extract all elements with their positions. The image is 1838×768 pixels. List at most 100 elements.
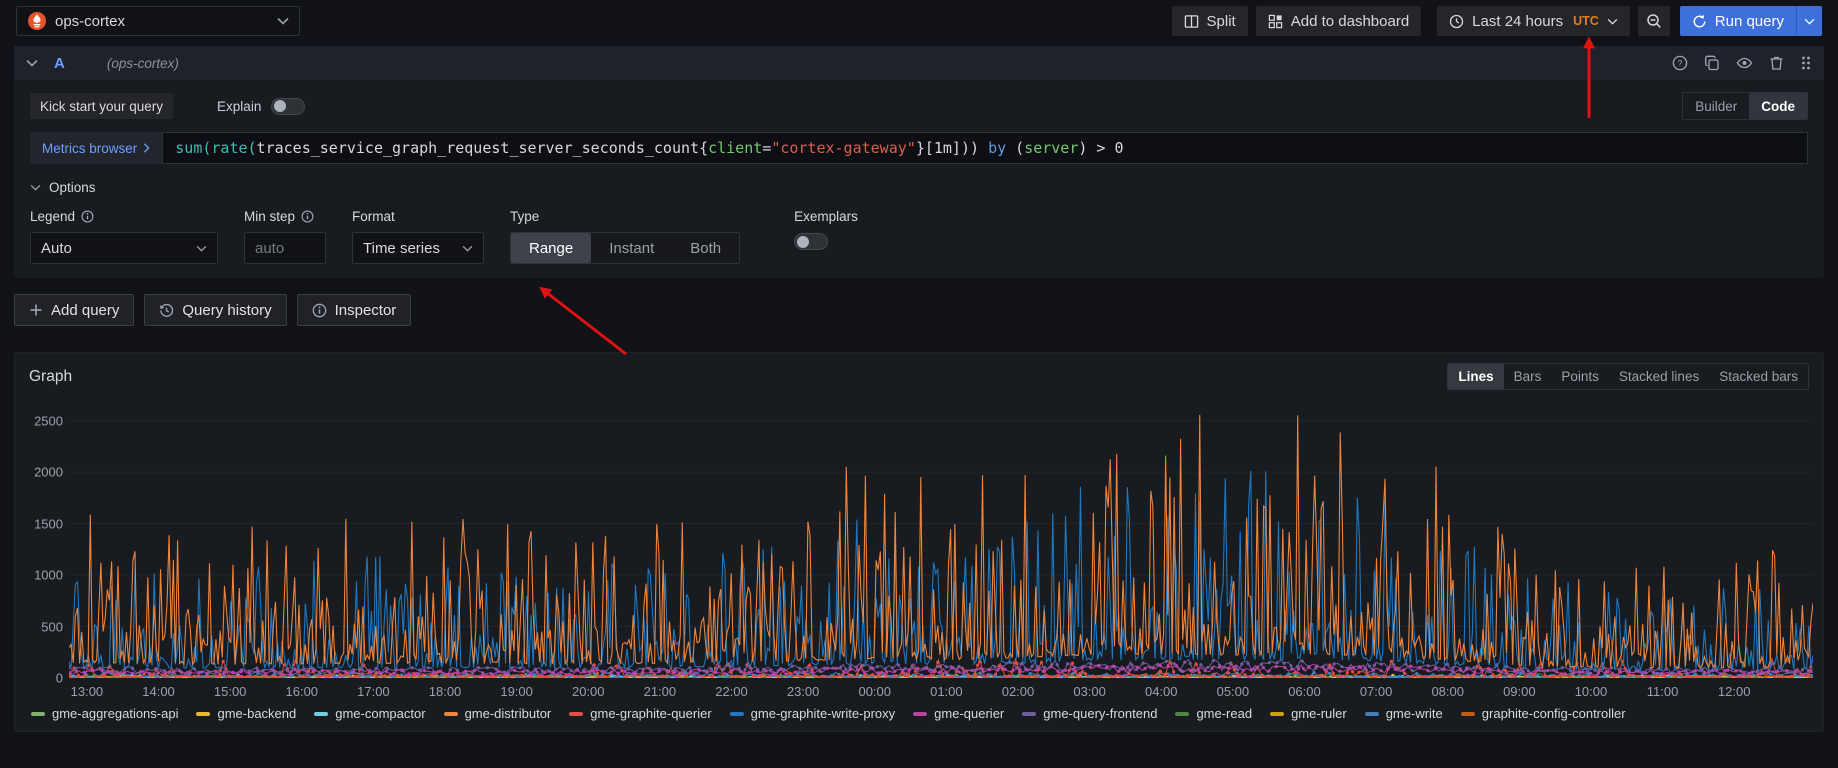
legend-series-color [1365, 712, 1379, 716]
x-axis-label: 04:00 [1145, 684, 1178, 699]
explain-label: Explain [217, 99, 261, 114]
collapse-chevron-icon[interactable] [26, 59, 38, 67]
query-code-input[interactable]: sum(rate(traces_service_graph_request_se… [162, 132, 1808, 164]
type-range-button[interactable]: Range [511, 233, 591, 263]
time-range-label: Last 24 hours [1472, 13, 1563, 30]
inspector-button[interactable]: Inspector [297, 294, 412, 326]
legend-item[interactable]: gme-graphite-querier [569, 706, 711, 721]
legend-item[interactable]: gme-ruler [1270, 706, 1347, 721]
x-axis-label: 10:00 [1575, 684, 1608, 699]
query-row-icons: ? [1672, 55, 1812, 71]
legend-item[interactable]: gme-querier [913, 706, 1004, 721]
y-axis-label: 0 [56, 671, 63, 686]
min-step-label: Min step [244, 209, 295, 224]
kick-start-query-button[interactable]: Kick start your query [30, 93, 173, 119]
type-instant-button[interactable]: Instant [591, 233, 672, 263]
legend-item[interactable]: graphite-config-controller [1461, 706, 1626, 721]
timezone-label: UTC [1573, 14, 1599, 28]
y-axis-label: 500 [41, 619, 63, 634]
run-query-dropdown[interactable] [1796, 6, 1822, 36]
legend-item[interactable]: gme-aggregations-api [31, 706, 178, 721]
add-to-dashboard-button[interactable]: Add to dashboard [1256, 6, 1421, 36]
topbar-actions: Split Add to dashboard Last 24 hours UTC… [1172, 6, 1822, 36]
grid-icon [1268, 14, 1283, 29]
topbar: ops-cortex Split Add to dashboard Last 2… [0, 0, 1838, 38]
builder-mode-button[interactable]: Builder [1683, 93, 1749, 119]
x-axis-label: 22:00 [715, 684, 748, 699]
zoom-out-button[interactable] [1638, 6, 1670, 36]
style-stacked-bars-button[interactable]: Stacked bars [1709, 364, 1808, 389]
style-lines-button[interactable]: Lines [1448, 364, 1503, 389]
legend-item[interactable]: gme-distributor [444, 706, 552, 721]
min-step-input[interactable] [244, 232, 326, 264]
x-axis-label: 21:00 [644, 684, 677, 699]
run-query-button[interactable]: Run query [1680, 6, 1796, 36]
query-ref-id: A [54, 55, 65, 72]
x-axis-label: 01:00 [930, 684, 963, 699]
options-collapse[interactable]: Options [30, 180, 1808, 195]
legend-label: Legend [30, 209, 75, 224]
help-icon[interactable]: ? [1672, 55, 1688, 71]
x-axis-label: 09:00 [1503, 684, 1536, 699]
type-both-button[interactable]: Both [672, 233, 739, 263]
query-history-button[interactable]: Query history [144, 294, 286, 326]
plus-icon [29, 303, 43, 317]
x-axis-label: 20:00 [572, 684, 605, 699]
chevron-down-icon [277, 17, 289, 25]
type-radio-group: Range Instant Both [510, 232, 740, 264]
inspector-label: Inspector [335, 302, 397, 319]
x-axis-label: 07:00 [1360, 684, 1393, 699]
legend-series-color [569, 712, 583, 716]
legend-series-color [730, 712, 744, 716]
legend-series-name: gme-querier [934, 706, 1004, 721]
prometheus-icon [27, 11, 47, 31]
trash-icon[interactable] [1769, 55, 1784, 71]
drag-handle-icon[interactable] [1800, 55, 1812, 71]
metrics-browser-button[interactable]: Metrics browser [30, 132, 162, 164]
chevron-right-icon [143, 143, 150, 153]
toggle-knob [797, 236, 809, 248]
eye-icon[interactable] [1736, 55, 1753, 71]
format-select[interactable]: Time series [352, 232, 484, 264]
explain-toggle[interactable] [271, 98, 305, 115]
legend-item[interactable]: gme-query-frontend [1022, 706, 1157, 721]
x-axis-label: 03:00 [1073, 684, 1106, 699]
time-range-picker[interactable]: Last 24 hours UTC [1437, 6, 1630, 36]
graph-legend: gme-aggregations-api gme-backend gme-compa… [15, 704, 1823, 731]
x-axis-label: 08:00 [1431, 684, 1464, 699]
legend-item[interactable]: gme-write [1365, 706, 1443, 721]
sync-icon [1692, 14, 1707, 29]
x-axis: 13:0014:0015:0016:0017:0018:0019:0020:00… [69, 680, 1813, 704]
metrics-browser-label: Metrics browser [42, 141, 137, 156]
split-button[interactable]: Split [1172, 6, 1248, 36]
y-axis-label: 1500 [34, 516, 63, 531]
y-axis-label: 1000 [34, 568, 63, 583]
query-history-label: Query history [182, 302, 271, 319]
datasource-picker[interactable]: ops-cortex [16, 6, 300, 36]
options-title: Options [49, 180, 96, 195]
legend-item[interactable]: gme-compactor [314, 706, 425, 721]
exemplars-label: Exemplars [794, 209, 858, 224]
legend-series-color [913, 712, 927, 716]
run-query-label: Run query [1715, 13, 1784, 30]
legend-select[interactable]: Auto [30, 232, 218, 264]
graph-panel: Graph Lines Bars Points Stacked lines St… [14, 352, 1824, 732]
legend-item[interactable]: gme-backend [196, 706, 296, 721]
builder-code-switch: Builder Code [1682, 92, 1808, 120]
copy-icon[interactable] [1704, 55, 1720, 71]
style-points-button[interactable]: Points [1551, 364, 1609, 389]
code-mode-button[interactable]: Code [1749, 93, 1807, 119]
legend-series-color [1461, 712, 1475, 716]
style-bars-button[interactable]: Bars [1504, 364, 1552, 389]
legend-series-name: gme-distributor [465, 706, 552, 721]
style-stacked-lines-button[interactable]: Stacked lines [1609, 364, 1709, 389]
query-row-header[interactable]: A (ops-cortex) ? [14, 46, 1824, 80]
plot-area[interactable] [69, 400, 1813, 678]
format-label: Format [352, 209, 395, 224]
format-select-value: Time series [363, 240, 462, 257]
legend-item[interactable]: gme-graphite-write-proxy [730, 706, 896, 721]
add-query-button[interactable]: Add query [14, 294, 134, 326]
exemplars-toggle[interactable] [794, 233, 828, 250]
info-icon [81, 210, 94, 223]
legend-item[interactable]: gme-read [1175, 706, 1252, 721]
